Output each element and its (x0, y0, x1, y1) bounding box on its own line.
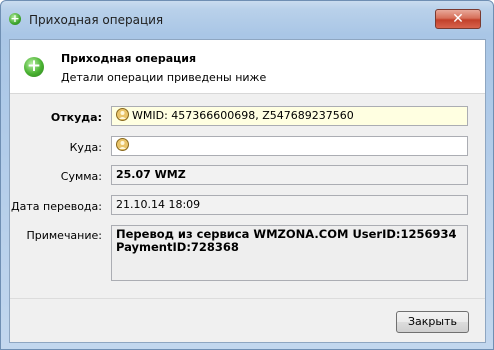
to-label: Куда: (69, 141, 102, 154)
to-field[interactable] (111, 136, 468, 156)
close-icon: ✕ (452, 11, 464, 27)
date-label: Дата перевода: (11, 200, 102, 213)
wmid-person-icon (116, 138, 129, 151)
dialog-header: + Приходная операция Детали операции при… (10, 40, 485, 94)
close-button[interactable]: Закрыть (396, 311, 469, 333)
wmid-person-icon (116, 108, 129, 121)
amount-value: 25.07 WMZ (116, 168, 186, 181)
amount-field[interactable]: 25.07 WMZ (111, 165, 468, 185)
title-bar[interactable]: + Приходная операция ✕ (1, 1, 493, 33)
note-field[interactable]: Перевод из сервиса WMZONA.COM UserID:125… (111, 225, 468, 281)
header-title: Приходная операция (61, 52, 197, 65)
amount-label: Сумма: (60, 170, 102, 183)
note-label: Примечание: (26, 229, 102, 242)
app-plus-icon: + (9, 12, 21, 25)
footer-divider (10, 298, 485, 299)
from-label: Откуда: (50, 111, 102, 124)
header-subtitle: Детали операции приведены ниже (61, 71, 267, 84)
dialog-body: + Приходная операция Детали операции при… (9, 39, 486, 343)
date-field[interactable]: 21.10.14 18:09 (111, 195, 468, 215)
date-value: 21.10.14 18:09 (116, 198, 201, 211)
from-value: WMID: 457366600698, Z547689237560 (132, 109, 354, 122)
from-field[interactable]: WMID: 457366600698, Z547689237560 (111, 106, 468, 126)
window-title: Приходная операция (29, 13, 164, 27)
plus-icon: + (24, 57, 44, 77)
dialog-window: + Приходная операция ✕ + Приходная опера… (0, 0, 494, 350)
window-close-button[interactable]: ✕ (435, 9, 481, 29)
